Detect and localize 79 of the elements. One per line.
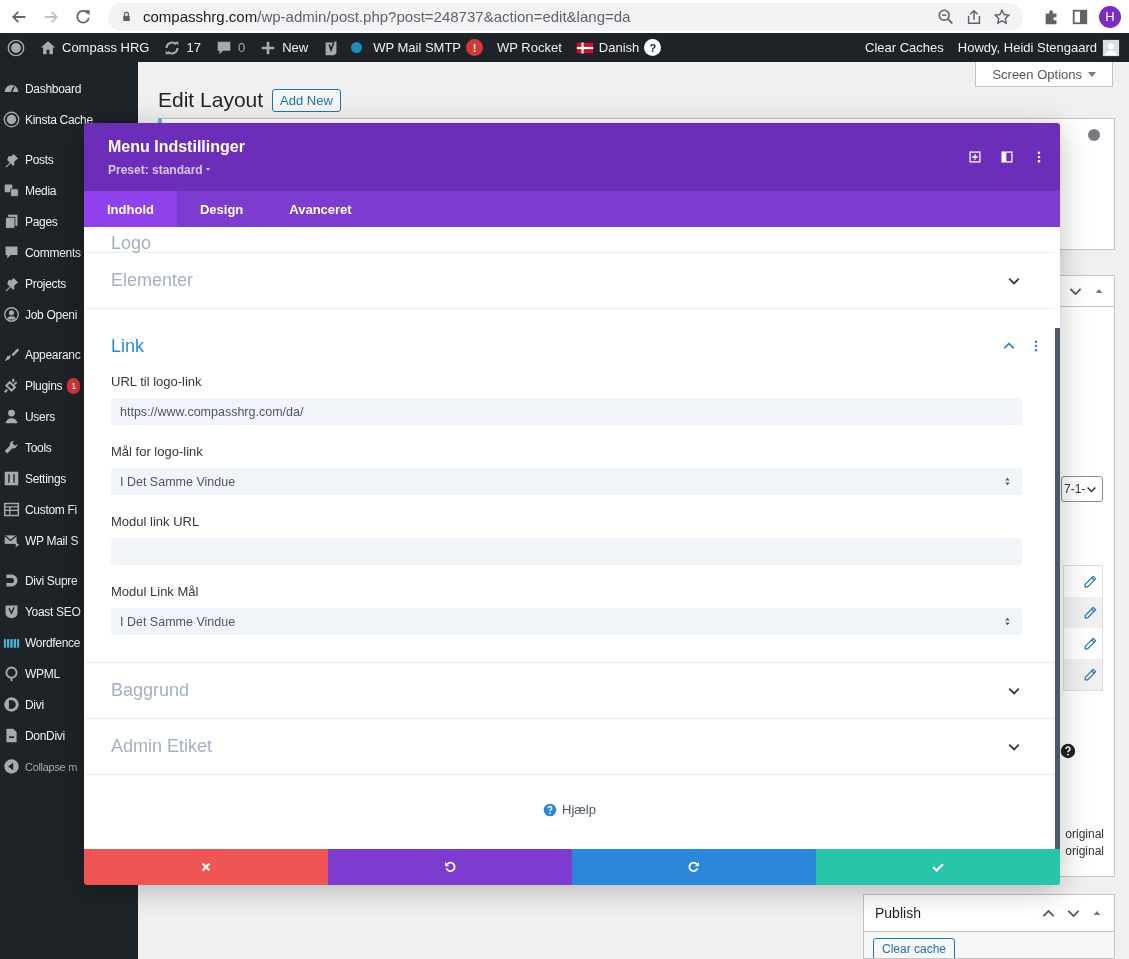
sliders-icon xyxy=(3,470,20,487)
logo-icon xyxy=(3,603,20,620)
close-icon xyxy=(199,860,213,874)
brush-icon xyxy=(3,346,20,363)
url-text: compasshrg.com/wp-admin/post.php?post=248737&action=edit&lang=da xyxy=(143,8,631,25)
collapse-icon xyxy=(3,758,20,775)
note-text: original xyxy=(1065,827,1104,841)
document-icon xyxy=(3,727,20,744)
field-label: Modul Link Mål xyxy=(111,583,200,601)
note-text: original xyxy=(1065,844,1104,858)
admin-bar-link[interactable]: Howdy, Heidi Stengaard xyxy=(957,40,1097,55)
user-icon xyxy=(3,408,20,425)
pages-icon xyxy=(3,213,20,230)
admin-bar-link[interactable]: Compass HRG xyxy=(62,40,150,55)
tab[interactable]: Design xyxy=(176,191,267,227)
admin-bar-link[interactable]: New xyxy=(282,40,309,55)
pushpin-icon xyxy=(3,151,20,168)
modal-title: Menu Indstillinger xyxy=(108,137,245,156)
page-title: Edit Layout xyxy=(158,88,264,112)
pencil-icon[interactable] xyxy=(1082,604,1098,621)
plug-icon xyxy=(3,377,20,394)
logo-icon xyxy=(3,111,20,128)
share-icon[interactable] xyxy=(965,7,983,26)
admin-bar-link[interactable]: 17 xyxy=(186,40,201,55)
logo-icon xyxy=(3,572,20,589)
profile-avatar[interactable]: H xyxy=(1099,5,1121,28)
lock-icon xyxy=(120,10,133,23)
count-badge: 1 xyxy=(67,377,80,394)
preset-dropdown[interactable]: Preset: standard xyxy=(108,162,245,177)
add-new-button[interactable]: Add New xyxy=(272,88,341,112)
reload-icon[interactable] xyxy=(74,7,92,26)
zoom-out-icon[interactable] xyxy=(937,7,955,26)
pushpin-icon xyxy=(3,275,20,292)
columns-icon[interactable] xyxy=(1000,150,1014,164)
side-panel-icon[interactable] xyxy=(1071,7,1089,26)
clear-cache-button[interactable]: Clear cache xyxy=(873,938,956,958)
logo-icon xyxy=(3,665,20,682)
address-bar[interactable]: compasshrg.com/wp-admin/post.php?post=248737&action=edit&lang=da xyxy=(108,2,1023,31)
wrench-icon xyxy=(3,439,20,456)
speech-bubble-icon xyxy=(3,244,20,261)
select-field[interactable]: I Det Samme Vindue xyxy=(111,468,1022,495)
screen-options-button[interactable]: Screen Options xyxy=(975,62,1113,87)
help-link[interactable]: Hjælp xyxy=(543,799,596,821)
pencil-icon[interactable] xyxy=(1082,666,1098,683)
help-icon[interactable] xyxy=(1060,743,1076,759)
tab[interactable]: Avanceret xyxy=(266,191,375,227)
help-badge: ? xyxy=(644,39,662,56)
status-dot xyxy=(351,42,363,53)
logo-icon xyxy=(3,696,20,713)
media-icon xyxy=(3,182,20,199)
admin-bar-link[interactable]: Danish xyxy=(598,40,640,55)
star-icon[interactable] xyxy=(993,7,1011,26)
panel-title: Publish xyxy=(875,905,921,921)
input-field[interactable]: https://www.compasshrg.com/da/ xyxy=(111,398,1022,425)
menu-item[interactable]: Kinsta Cache xyxy=(0,104,138,135)
caret-icon xyxy=(205,168,210,171)
alert-badge: ! xyxy=(466,39,484,56)
scrollbar[interactable] xyxy=(1055,328,1060,849)
redo-icon xyxy=(687,860,701,874)
admin-bar-link[interactable]: Clear Caches xyxy=(865,40,944,55)
pencil-icon[interactable] xyxy=(1082,573,1098,590)
field-label: Mål for logo-link xyxy=(111,443,204,461)
select-field[interactable]: I Det Samme Vindue xyxy=(111,608,1022,635)
help-icon xyxy=(543,803,557,817)
admin-bar-link[interactable]: WP Rocket xyxy=(497,40,562,55)
avatar-icon[interactable] xyxy=(1102,38,1120,57)
admin-bar-link[interactable]: WP Mail SMTP xyxy=(373,40,462,55)
undo-icon xyxy=(443,860,457,874)
admin-bar-link[interactable]: 0 xyxy=(237,40,246,55)
field-label: URL til logo-link xyxy=(111,373,203,391)
expand-icon[interactable] xyxy=(968,150,982,164)
dropdown[interactable]: 7-1- xyxy=(1061,476,1103,502)
pencil-icon[interactable] xyxy=(1082,635,1098,652)
menu-item[interactable]: Dashboard xyxy=(0,73,138,104)
tab[interactable]: Indhold xyxy=(84,191,177,227)
logo-icon[interactable] xyxy=(7,38,25,57)
envelope-icon xyxy=(3,532,20,549)
table-icon xyxy=(3,501,20,518)
person-icon xyxy=(3,306,20,323)
